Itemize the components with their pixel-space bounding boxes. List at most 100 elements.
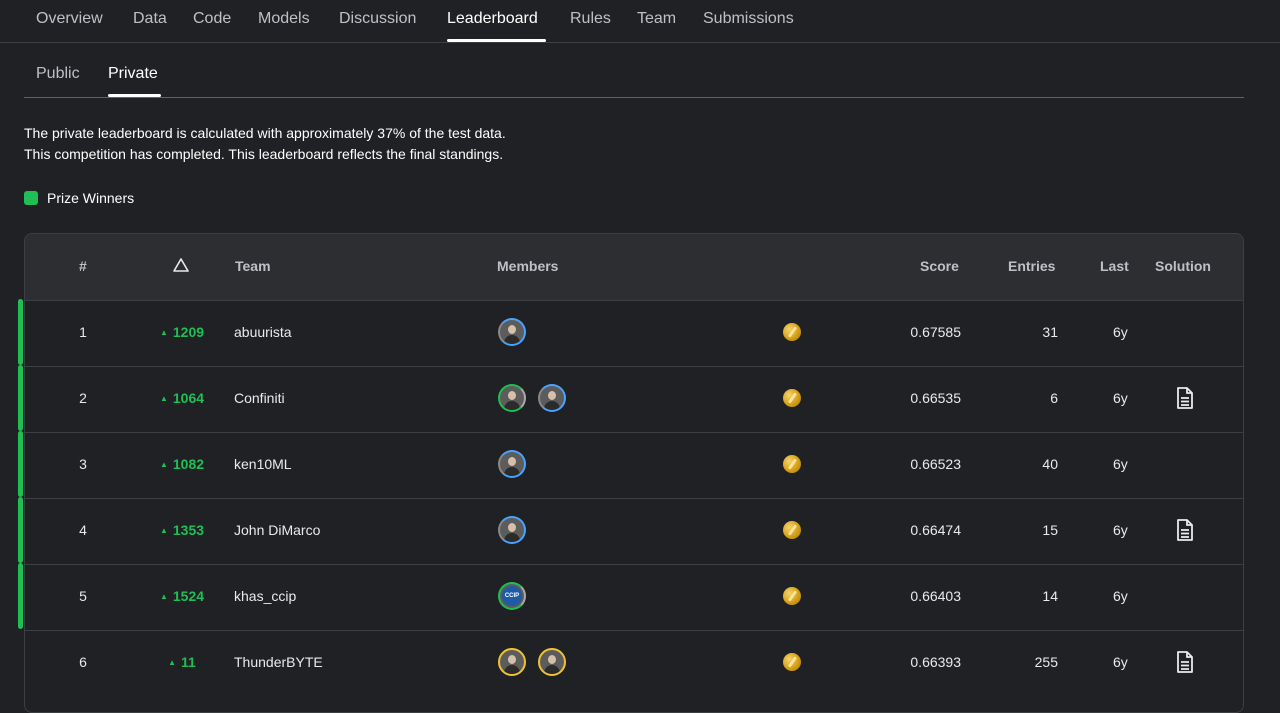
gold-medal-icon [783,389,801,407]
col-entries[interactable]: Entries [1008,258,1055,274]
row-last-submission: 6y [1113,522,1128,538]
gold-medal-icon [783,521,801,539]
row-last-submission: 6y [1113,390,1128,406]
table-row[interactable]: 6 ▲ 11 ThunderBYTE 0.66393 255 6y [25,630,1243,696]
prize-legend: Prize Winners [24,188,134,208]
row-rank: 2 [79,390,87,406]
table-row[interactable]: 3 ▲ 1082 ken10ML 0.66523 40 6y [25,432,1243,498]
row-last-submission: 6y [1113,324,1128,340]
row-rank: 3 [79,456,87,472]
arrow-up-icon: ▲ [159,460,168,469]
row-score: 0.66535 [910,390,961,406]
rank-change-value: 1524 [172,588,205,604]
col-score[interactable]: Score [920,258,959,274]
col-members: Members [497,258,559,274]
team-name[interactable]: Confiniti [234,390,285,406]
info-line-2: This competition has completed. This lea… [24,146,504,162]
row-score: 0.66403 [910,588,961,604]
team-name[interactable]: khas_ccip [234,588,296,604]
rank-change-value: 11 [181,654,196,670]
prize-indicator [18,299,23,365]
tab-overview[interactable]: Overview [36,10,103,28]
team-name[interactable]: John DiMarco [234,522,320,538]
active-tab-indicator [447,39,546,42]
row-score: 0.66393 [910,654,961,670]
avatar[interactable] [498,648,526,676]
gold-medal-icon [783,455,801,473]
row-entries: 14 [1042,588,1058,604]
rank-change-value: 1353 [172,522,205,538]
col-rank[interactable]: # [79,258,87,274]
prize-indicator [18,563,23,629]
solution-document-icon[interactable] [1175,387,1195,409]
solution-document-icon[interactable] [1175,651,1195,673]
row-entries: 6 [1050,390,1058,406]
table-row[interactable]: 4 ▲ 1353 John DiMarco 0.66474 15 6y [25,498,1243,564]
team-name[interactable]: abuurista [234,324,292,340]
avatar[interactable] [498,450,526,478]
tab-submissions[interactable]: Submissions [703,10,794,28]
gold-medal-icon [783,587,801,605]
row-last-submission: 6y [1113,588,1128,604]
row-rank: 4 [79,522,87,538]
prize-swatch [24,191,38,205]
info-line-1: The private leaderboard is calculated wi… [24,125,506,141]
avatar[interactable]: CCIP [498,582,526,610]
arrow-up-icon: ▲ [159,394,168,403]
row-rank: 5 [79,588,87,604]
col-last[interactable]: Last [1100,258,1129,274]
row-entries: 15 [1042,522,1058,538]
tab-models[interactable]: Models [258,10,310,28]
rank-change: ▲ 1064 [137,390,227,406]
tab-discussion[interactable]: Discussion [339,10,416,28]
table-row[interactable]: 1 ▲ 1209 abuurista 0.67585 31 6y [25,300,1243,366]
team-name[interactable]: ThunderBYTE [234,654,323,670]
gold-medal-icon [783,653,801,671]
row-entries: 255 [1034,654,1058,670]
avatar[interactable] [538,384,566,412]
leaderboard-info: The private leaderboard is calculated wi… [24,123,506,165]
row-rank: 1 [79,324,87,340]
leaderboard-subnav: Public Private [24,44,1244,98]
gold-medal-icon [783,323,801,341]
arrow-up-icon: ▲ [159,592,168,601]
row-entries: 40 [1042,456,1058,472]
tab-leaderboard[interactable]: Leaderboard [447,10,538,28]
row-score: 0.67585 [910,324,961,340]
prize-legend-label: Prize Winners [47,190,135,206]
tab-team[interactable]: Team [637,10,676,28]
arrow-up-icon: ▲ [159,328,168,337]
table-header: # Team Members Score Entries Last Soluti… [25,234,1243,300]
row-entries: 31 [1042,324,1058,340]
prize-indicator [18,497,23,563]
triangle-up-outline-icon[interactable] [173,258,189,272]
team-name[interactable]: ken10ML [234,456,292,472]
arrow-up-icon: ▲ [159,526,168,535]
leaderboard-table: # Team Members Score Entries Last Soluti… [24,233,1244,713]
table-row[interactable]: 2 ▲ 1064 Confiniti 0.66535 6 6y [25,366,1243,432]
competition-nav: Overview Data Code Models Discussion Lea… [0,0,1280,43]
rank-change: ▲ 1353 [137,522,227,538]
avatar[interactable] [498,516,526,544]
rank-change: ▲ 1209 [137,324,227,340]
avatar[interactable] [498,318,526,346]
active-subtab-indicator [108,94,161,97]
solution-document-icon[interactable] [1175,519,1195,541]
tab-private[interactable]: Private [108,65,158,83]
avatar[interactable] [498,384,526,412]
col-solution: Solution [1155,258,1211,274]
col-team[interactable]: Team [235,258,271,274]
tab-rules[interactable]: Rules [570,10,611,28]
table-row[interactable]: 5 ▲ 1524 khas_ccip CCIP 0.66403 14 6y [25,564,1243,630]
rank-change: ▲ 11 [137,654,227,670]
row-score: 0.66474 [910,522,961,538]
row-score: 0.66523 [910,456,961,472]
tab-data[interactable]: Data [133,10,167,28]
tab-code[interactable]: Code [193,10,231,28]
prize-indicator [18,431,23,497]
rank-change-value: 1064 [172,390,205,406]
avatar[interactable] [538,648,566,676]
tab-public[interactable]: Public [36,65,80,83]
row-rank: 6 [79,654,87,670]
row-last-submission: 6y [1113,456,1128,472]
